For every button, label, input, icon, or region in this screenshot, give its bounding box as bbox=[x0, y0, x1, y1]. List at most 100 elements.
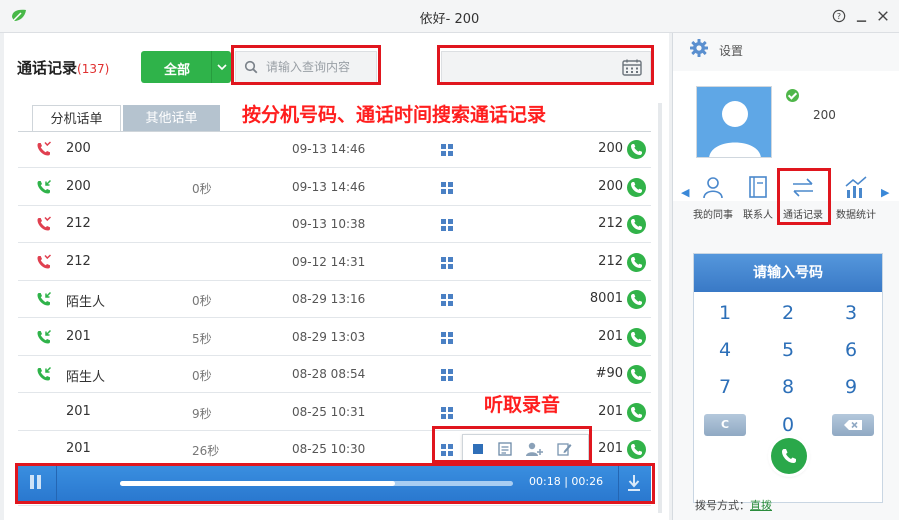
table-row[interactable]: 212 09-12 14:31 212 bbox=[18, 244, 651, 281]
key-6[interactable]: 6 bbox=[831, 336, 871, 364]
tab-other-records[interactable]: 其他话单 bbox=[123, 105, 220, 132]
table-row[interactable]: 212 09-13 10:38 212 bbox=[18, 206, 651, 243]
row-menu-icon[interactable] bbox=[440, 181, 454, 195]
key-5[interactable]: 5 bbox=[768, 336, 808, 364]
caller-name: 212 bbox=[66, 216, 91, 231]
key-1[interactable]: 1 bbox=[705, 299, 745, 327]
phone-icon bbox=[782, 449, 796, 463]
user-extension: 200 bbox=[813, 108, 836, 122]
call-duration: 26秒 bbox=[192, 444, 220, 458]
row-menu-icon[interactable] bbox=[440, 368, 454, 382]
settings-label: 设置 bbox=[719, 44, 744, 58]
missed-call-icon bbox=[37, 254, 52, 269]
help-icon[interactable]: ? bbox=[829, 6, 849, 26]
call-back-button[interactable] bbox=[627, 215, 646, 234]
avatar[interactable] bbox=[696, 86, 772, 158]
call-back-button[interactable] bbox=[627, 178, 646, 197]
extension-number: 200 bbox=[598, 141, 623, 156]
caller-name: 陌生人 bbox=[66, 295, 106, 310]
call-time: 09-13 10:38 bbox=[292, 217, 366, 231]
row-menu-icon[interactable] bbox=[440, 406, 454, 420]
call-back-button[interactable] bbox=[627, 140, 646, 159]
caller-name: 200 bbox=[66, 141, 91, 156]
extension-number: 200 bbox=[598, 179, 623, 194]
call-back-button[interactable] bbox=[627, 253, 646, 272]
close-icon[interactable] bbox=[873, 6, 893, 26]
phone-icon bbox=[631, 219, 642, 230]
call-time: 09-13 14:46 bbox=[292, 180, 366, 194]
row-menu-icon[interactable] bbox=[440, 218, 454, 232]
call-time: 09-12 14:31 bbox=[292, 255, 366, 269]
call-duration: 9秒 bbox=[192, 407, 212, 421]
answered-call-icon bbox=[37, 179, 52, 194]
chart-icon bbox=[845, 176, 867, 198]
date-highlight bbox=[437, 45, 654, 85]
row-menu-icon[interactable] bbox=[440, 143, 454, 157]
call-back-button[interactable] bbox=[627, 328, 646, 347]
key-0[interactable]: 0 bbox=[768, 411, 808, 439]
table-row[interactable]: 陌生人 0秒 08-29 13:16 8001 bbox=[18, 281, 651, 318]
table-row[interactable]: 200 09-13 14:46 200 bbox=[18, 131, 651, 168]
caller-name: 陌生人 bbox=[66, 370, 106, 385]
filter-dropdown-button[interactable]: 全部 bbox=[141, 51, 231, 83]
call-duration: 5秒 bbox=[192, 332, 212, 346]
user-silhouette-icon bbox=[709, 101, 761, 157]
key-3[interactable]: 3 bbox=[831, 299, 871, 327]
extension-number: 8001 bbox=[589, 291, 623, 306]
minimize-icon[interactable] bbox=[851, 6, 871, 26]
key-4[interactable]: 4 bbox=[705, 336, 745, 364]
key-2[interactable]: 2 bbox=[768, 299, 808, 327]
key-7[interactable]: 7 bbox=[705, 373, 745, 401]
row-menu-icon[interactable] bbox=[440, 293, 454, 307]
caller-name: 201 bbox=[66, 441, 91, 456]
record-annotation: 听取录音 bbox=[484, 394, 561, 416]
call-duration: 0秒 bbox=[192, 182, 212, 196]
phone-icon bbox=[631, 407, 642, 418]
table-row[interactable]: 200 0秒 09-13 14:46 200 bbox=[18, 169, 651, 206]
dialpad: 请输入号码 1 2 3 4 5 6 7 8 9 C 0 bbox=[693, 253, 883, 503]
page-title: 通话记录(137) bbox=[17, 57, 109, 78]
key-8[interactable]: 8 bbox=[768, 373, 808, 401]
vertical-scrollbar[interactable] bbox=[656, 103, 664, 513]
contacts-book-icon bbox=[749, 176, 767, 198]
caller-name: 201 bbox=[66, 329, 91, 344]
title-bar: 依好- 200 ? bbox=[0, 0, 899, 33]
answered-call-icon bbox=[37, 329, 52, 344]
table-row[interactable]: 陌生人 0秒 08-28 08:54 #90 bbox=[18, 356, 651, 393]
dial-call-button[interactable] bbox=[771, 438, 807, 474]
extension-number: 201 bbox=[598, 441, 623, 456]
call-back-button[interactable] bbox=[627, 290, 646, 309]
backspace-button[interactable] bbox=[832, 414, 874, 436]
profile-card: 200 ◀ ▶ 我的同事 联系人 通话记录 数据统计 bbox=[673, 71, 899, 225]
call-back-button[interactable] bbox=[627, 403, 646, 422]
backspace-icon bbox=[844, 420, 862, 430]
filter-divider bbox=[211, 51, 212, 83]
answered-call-icon bbox=[37, 366, 52, 381]
dial-mode-link[interactable]: 直拨 bbox=[750, 499, 772, 512]
call-duration: 0秒 bbox=[192, 294, 212, 308]
extension-number: 212 bbox=[598, 216, 623, 231]
call-time: 08-25 10:31 bbox=[292, 405, 366, 419]
caller-name: 200 bbox=[66, 179, 91, 194]
person-icon bbox=[703, 177, 723, 199]
row-menu-icon[interactable] bbox=[440, 256, 454, 270]
call-back-button[interactable] bbox=[627, 365, 646, 384]
clear-button[interactable]: C bbox=[704, 414, 746, 436]
phone-icon bbox=[631, 182, 642, 193]
call-time: 09-13 14:46 bbox=[292, 142, 366, 156]
row-menu-icon[interactable] bbox=[440, 331, 454, 345]
nav-statistics[interactable]: 数据统计 bbox=[831, 175, 881, 225]
call-back-button[interactable] bbox=[627, 440, 646, 459]
page-title-text: 通话记录 bbox=[17, 59, 78, 77]
online-status-badge bbox=[786, 89, 799, 102]
dial-mode-label: 拨号方式： bbox=[695, 499, 750, 512]
record-actions-highlight bbox=[432, 426, 592, 463]
phone-icon bbox=[631, 144, 642, 155]
caller-name: 212 bbox=[66, 254, 91, 269]
nav-next-icon[interactable]: ▶ bbox=[881, 186, 889, 199]
tab-extension-records[interactable]: 分机话单 bbox=[32, 105, 121, 132]
side-panel: 设置 200 ◀ ▶ 我的同事 联系人 通话记录 数据统计 请输入号码 1 2 … bbox=[672, 33, 899, 520]
call-time: 08-29 13:03 bbox=[292, 330, 366, 344]
key-9[interactable]: 9 bbox=[831, 373, 871, 401]
table-row[interactable]: 201 5秒 08-29 13:03 201 bbox=[18, 319, 651, 356]
